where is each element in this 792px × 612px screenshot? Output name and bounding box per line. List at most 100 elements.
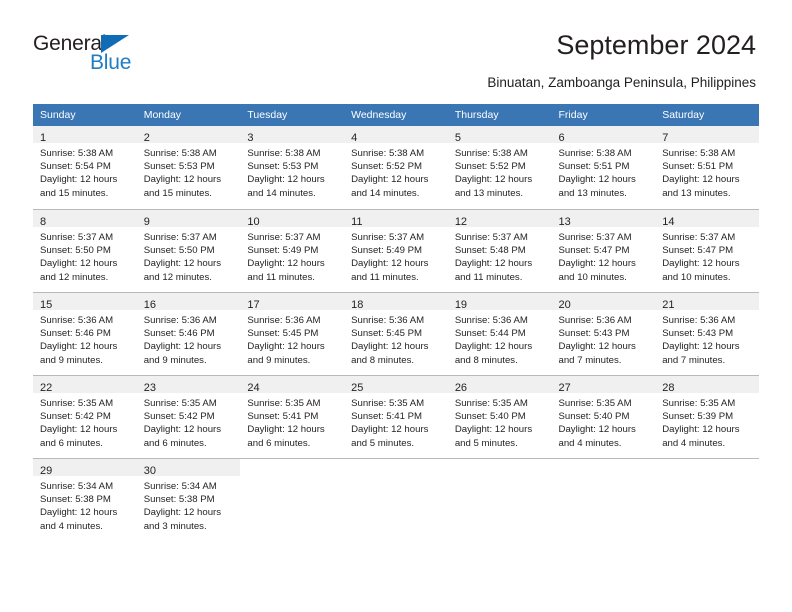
day-details: Sunrise: 5:38 AM Sunset: 5:51 PM Dayligh… <box>552 143 656 200</box>
day-number-bar: 11 <box>344 210 448 228</box>
calendar-day-cell[interactable]: 1 Sunrise: 5:38 AM Sunset: 5:54 PM Dayli… <box>33 126 137 209</box>
weekday-header-thursday: Thursday <box>447 104 552 126</box>
calendar-day-cell[interactable]: 28 Sunrise: 5:35 AM Sunset: 5:39 PM Dayl… <box>655 375 759 458</box>
day-number: 8 <box>40 216 47 228</box>
calendar-day-cell[interactable]: 25 Sunrise: 5:35 AM Sunset: 5:41 PM Dayl… <box>344 375 448 458</box>
sunrise-text: Sunrise: 5:37 AM <box>40 232 114 243</box>
day-number-bar: 4 <box>344 126 448 144</box>
day-number-bar: 8 <box>33 210 137 228</box>
day-number-bar: 27 <box>551 376 656 394</box>
day-details: Sunrise: 5:35 AM Sunset: 5:40 PM Dayligh… <box>552 393 656 450</box>
calendar-day-cell[interactable]: 9 Sunrise: 5:37 AM Sunset: 5:50 PM Dayli… <box>136 209 241 292</box>
day-cell-inner: 22 Sunrise: 5:35 AM Sunset: 5:42 PM Dayl… <box>33 375 137 458</box>
day-cell-inner: 11 Sunrise: 5:37 AM Sunset: 5:49 PM Dayl… <box>344 209 448 292</box>
calendar-day-cell[interactable]: 6 Sunrise: 5:38 AM Sunset: 5:51 PM Dayli… <box>551 126 656 209</box>
daylight-text-line2: and 6 minutes. <box>143 437 207 449</box>
calendar-day-cell[interactable]: 19 Sunrise: 5:36 AM Sunset: 5:44 PM Dayl… <box>447 292 552 375</box>
sunset-text: Sunset: 5:41 PM <box>351 411 423 423</box>
day-details: Sunrise: 5:36 AM Sunset: 5:43 PM Dayligh… <box>552 310 656 367</box>
day-number: 25 <box>351 382 364 394</box>
sunset-text: Sunset: 5:45 PM <box>247 328 319 340</box>
daylight-text-line1: Daylight: 12 hours <box>40 258 118 270</box>
sunrise-text: Sunrise: 5:38 AM <box>143 148 217 159</box>
day-number-bar <box>344 459 448 476</box>
daylight-text-line1: Daylight: 12 hours <box>143 341 222 353</box>
daylight-text-line2: and 11 minutes. <box>247 271 315 283</box>
calendar-day-cell[interactable]: 8 Sunrise: 5:37 AM Sunset: 5:50 PM Dayli… <box>33 209 137 292</box>
daylight-text-line1: Daylight: 12 hours <box>247 258 325 270</box>
day-number: 12 <box>454 216 468 228</box>
day-number-bar: 20 <box>551 293 656 311</box>
day-details: Sunrise: 5:35 AM Sunset: 5:41 PM Dayligh… <box>240 393 344 450</box>
day-details: Sunrise: 5:35 AM Sunset: 5:39 PM Dayligh… <box>655 393 759 450</box>
sunrise-text: Sunrise: 5:38 AM <box>454 148 528 159</box>
day-number: 15 <box>40 299 53 311</box>
weekday-header-friday: Friday <box>551 104 656 126</box>
calendar-day-cell[interactable]: 3 Sunrise: 5:38 AM Sunset: 5:53 PM Dayli… <box>240 126 345 209</box>
day-number-bar: 5 <box>447 126 552 144</box>
sunset-text: Sunset: 5:41 PM <box>247 411 319 423</box>
day-details: Sunrise: 5:35 AM Sunset: 5:41 PM Dayligh… <box>344 393 448 450</box>
calendar-day-cell[interactable]: 29 Sunrise: 5:34 AM Sunset: 5:38 PM Dayl… <box>33 458 137 541</box>
daylight-text-line1: Daylight: 12 hours <box>351 424 429 436</box>
calendar-day-cell[interactable]: 30 Sunrise: 5:34 AM Sunset: 5:38 PM Dayl… <box>136 458 241 541</box>
sunrise-text: Sunrise: 5:38 AM <box>40 148 114 159</box>
daylight-text-line1: Daylight: 12 hours <box>247 424 325 436</box>
sunset-text: Sunset: 5:43 PM <box>558 328 630 340</box>
calendar-day-cell[interactable]: 7 Sunrise: 5:38 AM Sunset: 5:51 PM Dayli… <box>655 126 759 209</box>
calendar-day-cell[interactable]: 26 Sunrise: 5:35 AM Sunset: 5:40 PM Dayl… <box>447 375 552 458</box>
day-number-bar: 12 <box>447 210 552 228</box>
sunrise-text: Sunrise: 5:36 AM <box>558 315 632 326</box>
calendar-day-cell[interactable]: 11 Sunrise: 5:37 AM Sunset: 5:49 PM Dayl… <box>344 209 448 292</box>
daylight-text-line1: Daylight: 12 hours <box>351 258 429 270</box>
day-number: 28 <box>662 382 675 394</box>
calendar-day-cell[interactable]: 14 Sunrise: 5:37 AM Sunset: 5:47 PM Dayl… <box>655 209 759 292</box>
sunset-text: Sunset: 5:49 PM <box>351 245 423 257</box>
calendar-day-cell[interactable]: 21 Sunrise: 5:36 AM Sunset: 5:43 PM Dayl… <box>655 292 759 375</box>
sunset-text: Sunset: 5:54 PM <box>40 161 111 173</box>
daylight-text-line2: and 13 minutes. <box>662 187 731 199</box>
weekday-header-wednesday: Wednesday <box>344 104 448 126</box>
daylight-text-line2: and 14 minutes. <box>247 187 316 199</box>
daylight-text-line2: and 12 minutes. <box>40 271 109 283</box>
page-title: September 2024 <box>556 30 756 60</box>
calendar-day-cell[interactable]: 4 Sunrise: 5:38 AM Sunset: 5:52 PM Dayli… <box>344 126 448 209</box>
calendar-day-cell[interactable]: 12 Sunrise: 5:37 AM Sunset: 5:48 PM Dayl… <box>447 209 552 292</box>
calendar-day-cell[interactable]: 17 Sunrise: 5:36 AM Sunset: 5:45 PM Dayl… <box>240 292 345 375</box>
daylight-text-line2: and 15 minutes. <box>40 187 109 199</box>
calendar-day-cell[interactable]: 2 Sunrise: 5:38 AM Sunset: 5:53 PM Dayli… <box>136 126 241 209</box>
calendar-day-cell-empty <box>655 458 759 541</box>
day-details: Sunrise: 5:38 AM Sunset: 5:52 PM Dayligh… <box>344 143 448 200</box>
daylight-text-line2: and 5 minutes. <box>351 437 415 449</box>
calendar-day-cell[interactable]: 23 Sunrise: 5:35 AM Sunset: 5:42 PM Dayl… <box>136 375 241 458</box>
sunset-text: Sunset: 5:53 PM <box>247 161 319 173</box>
sunset-text: Sunset: 5:51 PM <box>662 161 734 173</box>
sunset-text: Sunset: 5:47 PM <box>558 245 630 257</box>
calendar-day-cell[interactable]: 13 Sunrise: 5:37 AM Sunset: 5:47 PM Dayl… <box>551 209 656 292</box>
sunrise-text: Sunrise: 5:36 AM <box>143 315 217 326</box>
day-number-bar: 15 <box>33 293 137 311</box>
day-details: Sunrise: 5:36 AM Sunset: 5:46 PM Dayligh… <box>137 310 241 367</box>
day-cell-inner: 19 Sunrise: 5:36 AM Sunset: 5:44 PM Dayl… <box>447 292 552 375</box>
calendar-day-cell[interactable]: 18 Sunrise: 5:36 AM Sunset: 5:45 PM Dayl… <box>344 292 448 375</box>
calendar-day-cell[interactable]: 10 Sunrise: 5:37 AM Sunset: 5:49 PM Dayl… <box>240 209 345 292</box>
daylight-text-line2: and 7 minutes. <box>662 354 726 366</box>
calendar-day-cell[interactable]: 24 Sunrise: 5:35 AM Sunset: 5:41 PM Dayl… <box>240 375 345 458</box>
calendar-day-cell[interactable]: 20 Sunrise: 5:36 AM Sunset: 5:43 PM Dayl… <box>551 292 656 375</box>
weekday-header-tuesday: Tuesday <box>240 104 345 126</box>
calendar-day-cell[interactable]: 27 Sunrise: 5:35 AM Sunset: 5:40 PM Dayl… <box>551 375 656 458</box>
general-blue-logo[interactable]: General Blue <box>33 32 233 82</box>
day-cell-inner: 7 Sunrise: 5:38 AM Sunset: 5:51 PM Dayli… <box>655 126 759 209</box>
calendar-day-cell[interactable]: 22 Sunrise: 5:35 AM Sunset: 5:42 PM Dayl… <box>33 375 137 458</box>
daylight-text-line1: Daylight: 12 hours <box>662 341 740 353</box>
calendar-day-cell[interactable]: 16 Sunrise: 5:36 AM Sunset: 5:46 PM Dayl… <box>136 292 241 375</box>
sunset-text: Sunset: 5:40 PM <box>454 411 526 423</box>
sunrise-text: Sunrise: 5:34 AM <box>40 481 114 492</box>
day-number-bar: 2 <box>136 126 241 144</box>
daylight-text-line1: Daylight: 12 hours <box>143 258 222 270</box>
calendar-day-cell[interactable]: 5 Sunrise: 5:38 AM Sunset: 5:52 PM Dayli… <box>447 126 552 209</box>
sunrise-text: Sunrise: 5:36 AM <box>247 315 321 326</box>
day-details: Sunrise: 5:38 AM Sunset: 5:53 PM Dayligh… <box>240 143 344 200</box>
daylight-text-line1: Daylight: 12 hours <box>143 424 222 436</box>
calendar-day-cell[interactable]: 15 Sunrise: 5:36 AM Sunset: 5:46 PM Dayl… <box>33 292 137 375</box>
